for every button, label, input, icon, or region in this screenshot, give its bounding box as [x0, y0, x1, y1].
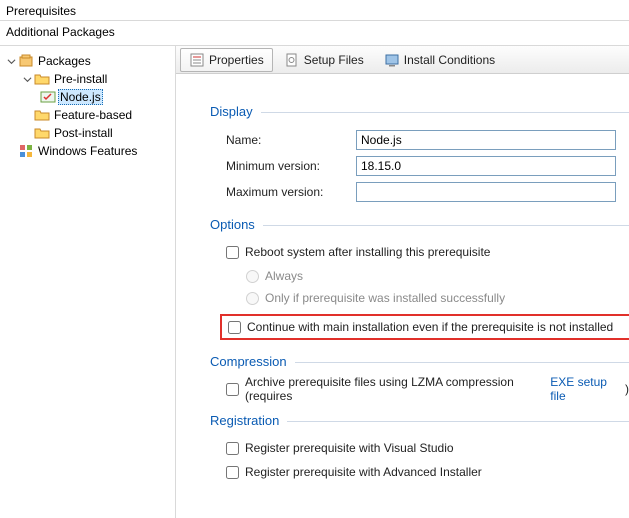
section-label: Registration: [210, 413, 279, 428]
tab-install-conditions[interactable]: Install Conditions: [375, 48, 504, 72]
reboot-onlyif-label: Only if prerequisite was installed succe…: [265, 291, 505, 305]
page-title-additional-packages: Additional Packages: [0, 20, 629, 46]
section-registration: Registration: [210, 413, 629, 428]
reboot-always-radio: [246, 270, 259, 283]
register-ai-option[interactable]: Register prerequisite with Advanced Inst…: [226, 462, 629, 482]
tree-item-post-install[interactable]: Post-install: [4, 124, 175, 142]
folder-icon: [34, 71, 50, 87]
tab-label: Install Conditions: [404, 53, 495, 67]
register-ai-label: Register prerequisite with Advanced Inst…: [245, 465, 482, 479]
packages-icon: [18, 53, 34, 69]
name-field[interactable]: [356, 130, 616, 150]
tree-label: Pre-install: [52, 72, 107, 86]
archive-checkbox[interactable]: [226, 383, 239, 396]
tree-label: Windows Features: [36, 144, 137, 158]
tree-label: Feature-based: [52, 108, 132, 122]
windows-icon: [18, 143, 34, 159]
folder-icon: [34, 107, 50, 123]
divider: [295, 362, 629, 363]
chevron-down-icon: [6, 56, 16, 66]
reboot-always-label: Always: [265, 269, 303, 283]
tree-item-feature-based[interactable]: Feature-based: [4, 106, 175, 124]
continue-checkbox[interactable]: [228, 321, 241, 334]
register-vs-checkbox[interactable]: [226, 442, 239, 455]
section-options: Options: [210, 217, 629, 232]
tree-item-nodejs[interactable]: Node.js: [4, 88, 175, 106]
tree-item-packages[interactable]: Packages: [4, 52, 175, 70]
reboot-label: Reboot system after installing this prer…: [245, 245, 490, 259]
reboot-option[interactable]: Reboot system after installing this prer…: [226, 242, 629, 262]
continue-option[interactable]: Continue with main installation even if …: [220, 314, 629, 340]
page-title-prerequisites: Prerequisites: [0, 0, 629, 20]
prerequisite-icon: [40, 89, 56, 105]
tree-label: Packages: [36, 54, 91, 68]
continue-label: Continue with main installation even if …: [247, 320, 613, 334]
max-version-label: Maximum version:: [226, 185, 356, 199]
reboot-checkbox[interactable]: [226, 246, 239, 259]
register-vs-label: Register prerequisite with Visual Studio: [245, 441, 454, 455]
tab-label: Properties: [209, 53, 264, 67]
tab-setup-files[interactable]: Setup Files: [275, 48, 373, 72]
folder-icon: [34, 125, 50, 141]
min-version-field[interactable]: [356, 156, 616, 176]
tree-item-windows-features[interactable]: Windows Features: [4, 142, 175, 160]
tab-properties[interactable]: Properties: [180, 48, 273, 72]
register-vs-option[interactable]: Register prerequisite with Visual Studio: [226, 438, 629, 458]
section-compression: Compression: [210, 354, 629, 369]
divider: [287, 421, 629, 422]
name-label: Name:: [226, 133, 356, 147]
tree-label: Node.js: [58, 89, 103, 105]
tree-sidebar: Packages Pre-install Node.js: [0, 46, 176, 518]
section-display: Display: [210, 104, 629, 119]
register-ai-checkbox[interactable]: [226, 466, 239, 479]
section-label: Display: [210, 104, 253, 119]
properties-icon: [189, 52, 205, 68]
install-conditions-icon: [384, 52, 400, 68]
archive-close: ): [625, 382, 629, 396]
max-version-field[interactable]: [356, 182, 616, 202]
section-label: Compression: [210, 354, 287, 369]
archive-option[interactable]: Archive prerequisite files using LZMA co…: [226, 379, 629, 399]
section-label: Options: [210, 217, 255, 232]
min-version-label: Minimum version:: [226, 159, 356, 173]
archive-label: Archive prerequisite files using LZMA co…: [245, 375, 536, 403]
divider: [261, 112, 629, 113]
divider: [263, 225, 629, 226]
reboot-always-option: Always: [246, 266, 629, 286]
tree-item-pre-install[interactable]: Pre-install: [4, 70, 175, 88]
exe-setup-link[interactable]: EXE setup file: [550, 375, 619, 403]
setup-files-icon: [284, 52, 300, 68]
reboot-onlyif-radio: [246, 292, 259, 305]
tab-label: Setup Files: [304, 53, 364, 67]
reboot-onlyif-option: Only if prerequisite was installed succe…: [246, 288, 629, 308]
tree-label: Post-install: [52, 126, 113, 140]
chevron-down-icon: [22, 74, 32, 84]
tab-bar: Properties Setup Files Install Condition…: [176, 46, 629, 74]
